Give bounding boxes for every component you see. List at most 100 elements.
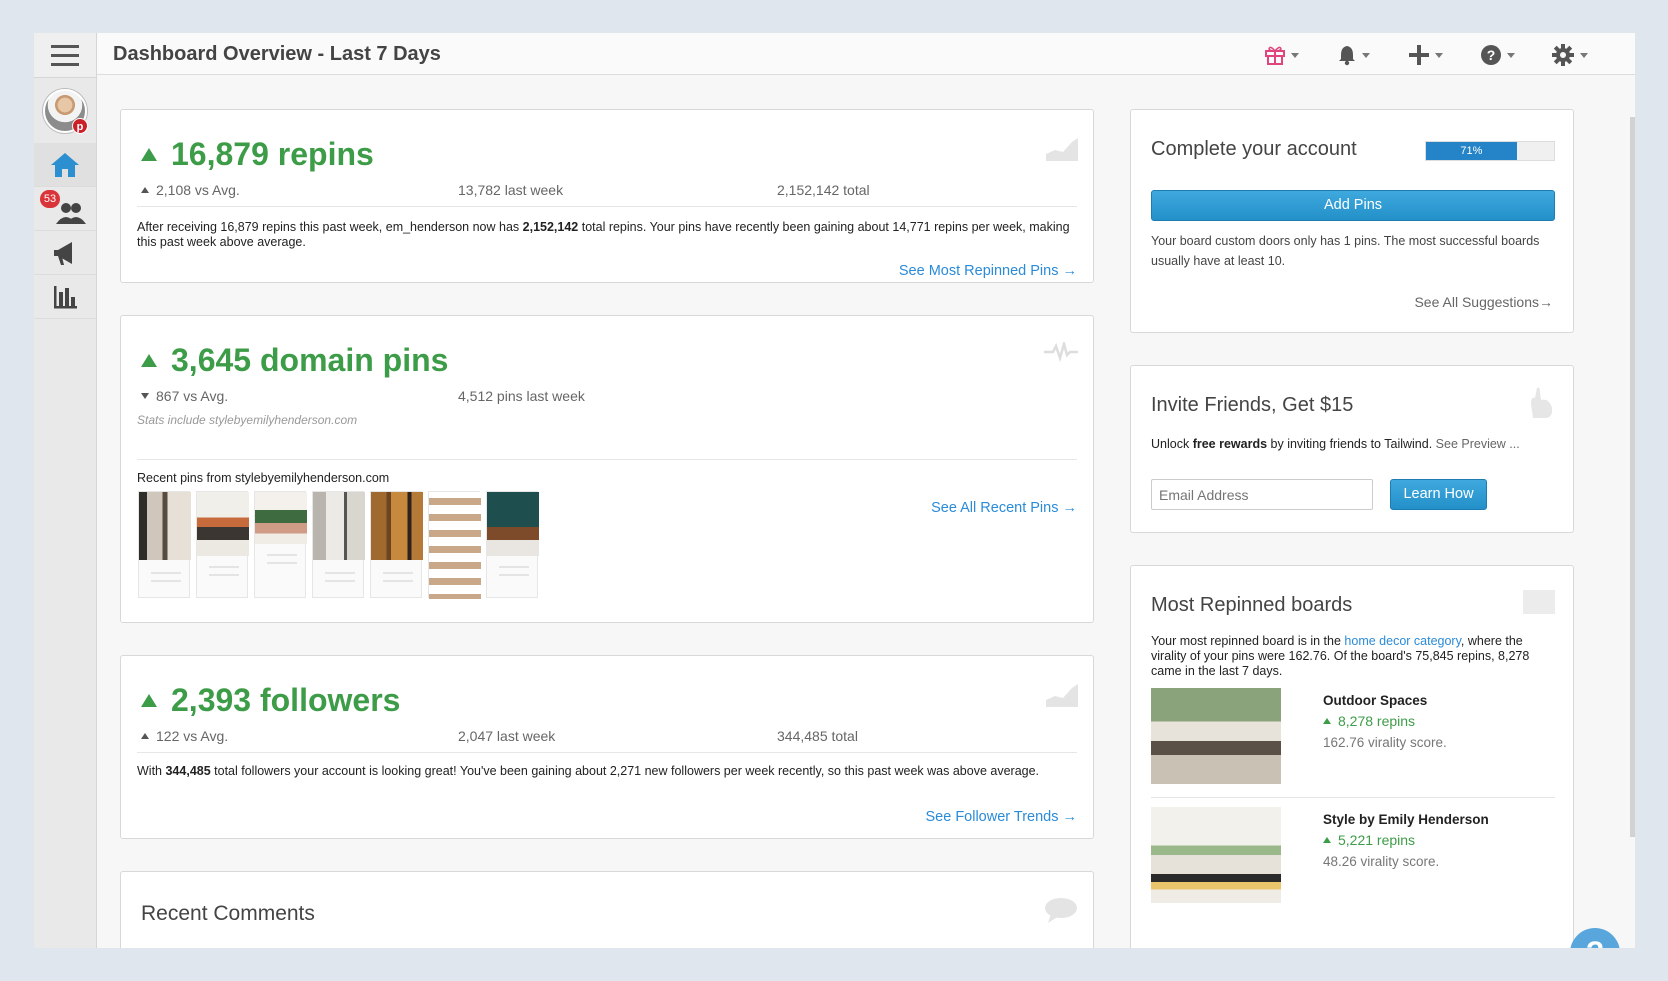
home-icon <box>51 152 79 177</box>
pin-thumbnail[interactable] <box>428 491 481 599</box>
account-progress-bar: 71% <box>1425 141 1555 161</box>
email-input[interactable] <box>1151 479 1373 510</box>
see-all-suggestions-link[interactable]: See All Suggestions→ <box>1414 294 1553 310</box>
domain-pins-vs-avg: 867 vs Avg. <box>141 388 228 404</box>
sidebar-item-home[interactable] <box>34 143 96 187</box>
progress-fill: 71% <box>1426 142 1517 160</box>
main-content: 16,879 repins 2,108 vs Avg. 13,782 last … <box>97 75 1635 948</box>
invite-title: Invite Friends, Get $15 <box>1151 394 1354 416</box>
bell-icon <box>1338 46 1355 66</box>
pinterest-badge-icon: p <box>72 118 88 134</box>
profile-avatar-button[interactable]: p <box>34 78 96 143</box>
chevron-down-icon <box>1579 52 1588 58</box>
repins-card: 16,879 repins 2,108 vs Avg. 13,782 last … <box>120 109 1094 283</box>
help-dropdown[interactable]: ? <box>1461 42 1533 68</box>
header-toolbar: ? <box>1245 42 1605 68</box>
small-down-icon <box>141 393 149 399</box>
add-dropdown[interactable] <box>1389 42 1461 68</box>
sidebar-item-users[interactable]: 53 <box>34 187 96 231</box>
hamburger-menu-icon[interactable] <box>34 33 96 78</box>
see-follower-trends-link[interactable]: See Follower Trends → <box>925 809 1077 825</box>
users-icon <box>56 202 86 224</box>
followers-total: 344,485 total <box>777 728 858 744</box>
domain-pins-last-week: 4,512 pins last week <box>458 388 585 404</box>
add-pins-button[interactable]: Add Pins <box>1151 190 1555 221</box>
recent-comments-card: Recent Comments <box>120 871 1094 948</box>
pin-thumbnail[interactable] <box>486 491 539 598</box>
pulse-icon <box>1044 342 1078 362</box>
domain-pins-card: 3,645 domain pins 867 vs Avg. 4,512 pins… <box>120 315 1094 623</box>
followers-count: 2,393 followers <box>171 682 401 718</box>
board-virality-score: 162.76 virality score. <box>1323 735 1447 750</box>
gift-dropdown[interactable] <box>1245 42 1317 68</box>
board-repins: 8,278 repins <box>1323 713 1415 729</box>
board-icon <box>1523 590 1555 614</box>
chevron-down-icon <box>1361 52 1370 58</box>
bar-chart-icon <box>54 285 77 308</box>
notifications-dropdown[interactable] <box>1317 42 1389 68</box>
small-up-icon <box>141 187 149 193</box>
recent-comments-title: Recent Comments <box>141 902 315 925</box>
small-up-icon <box>141 733 149 739</box>
pin-thumbnail[interactable] <box>254 491 307 598</box>
followers-last-week: 2,047 last week <box>458 728 556 744</box>
followers-description: With 344,485 total followers your accoun… <box>137 764 1040 778</box>
board-name: Style by Emily Henderson <box>1323 812 1489 827</box>
divider <box>137 206 1077 207</box>
account-suggestion-text: Your board custom doors only has 1 pins.… <box>1151 234 1540 268</box>
followers-vs-avg: 122 vs Avg. <box>141 728 228 744</box>
most-repinned-title: Most Repinned boards <box>1151 594 1353 616</box>
board-thumbnail <box>1151 807 1281 903</box>
chevron-down-icon <box>1290 52 1299 58</box>
board-virality-score: 48.26 virality score. <box>1323 854 1440 869</box>
board-item[interactable]: Style by Emily Henderson 5,221 repins 48… <box>1151 807 1555 917</box>
divider <box>137 752 1077 753</box>
followers-card: 2,393 followers 122 vs Avg. 2,047 last w… <box>120 655 1094 839</box>
see-preview-link[interactable]: See Preview ... <box>1436 437 1520 451</box>
chat-bubble-icon <box>1045 898 1077 923</box>
hand-icon <box>1531 387 1553 418</box>
home-decor-link[interactable]: home decor category <box>1344 634 1461 648</box>
gear-icon <box>1551 44 1574 66</box>
sidebar-item-campaigns[interactable] <box>34 231 96 275</box>
app-window: p 53 Dashboard Overview - Last 7 Days ? … <box>34 33 1635 948</box>
pin-thumbnail[interactable] <box>312 491 365 598</box>
small-up-icon <box>1323 837 1331 843</box>
repins-count: 16,879 repins <box>171 136 374 172</box>
learn-how-button[interactable]: Learn How <box>1390 479 1487 510</box>
sidebar-item-analytics[interactable] <box>34 275 96 319</box>
complete-account-card: Complete your account 71% Add Pins Your … <box>1130 109 1574 333</box>
stats-note: Stats include stylebyemilyhenderson.com <box>137 413 358 427</box>
scrollbar[interactable] <box>1630 117 1635 837</box>
pin-thumbnail[interactable] <box>370 491 423 598</box>
see-most-repinned-link[interactable]: See Most Repinned Pins → <box>899 263 1077 279</box>
notification-badge: 53 <box>40 190 60 208</box>
complete-account-title: Complete your account <box>1151 138 1357 160</box>
board-thumbnail <box>1151 688 1281 784</box>
top-header: Dashboard Overview - Last 7 Days ? <box>97 33 1635 75</box>
invite-text: Unlock free rewards by inviting friends … <box>1151 437 1520 451</box>
board-name: Outdoor Spaces <box>1323 693 1428 708</box>
followers-headline: 2,393 followers <box>141 682 400 719</box>
board-repins: 5,221 repins <box>1323 832 1415 848</box>
megaphone-icon <box>54 241 72 265</box>
repins-last-week: 13,782 last week <box>458 182 564 198</box>
settings-dropdown[interactable] <box>1533 42 1605 68</box>
domain-pins-count: 3,645 domain pins <box>171 342 449 378</box>
plus-icon <box>1408 45 1429 65</box>
chevron-down-icon <box>1506 52 1515 58</box>
see-all-recent-pins-link[interactable]: See All Recent Pins → <box>931 500 1077 516</box>
pin-thumbnail[interactable] <box>138 491 191 598</box>
gift-icon <box>1264 46 1285 65</box>
trend-up-icon <box>141 354 157 367</box>
chevron-down-icon <box>1434 52 1443 58</box>
repins-vs-avg: 2,108 vs Avg. <box>141 182 240 198</box>
trend-up-icon <box>141 694 157 707</box>
divider <box>137 459 1077 460</box>
help-icon: ? <box>1480 45 1501 65</box>
pin-thumbnail[interactable] <box>196 491 249 598</box>
svg-text:?: ? <box>1486 47 1495 63</box>
domain-pins-headline: 3,645 domain pins <box>141 342 448 379</box>
area-chart-icon <box>1046 684 1078 707</box>
board-item[interactable]: Outdoor Spaces 8,278 repins 162.76 viral… <box>1151 688 1555 798</box>
